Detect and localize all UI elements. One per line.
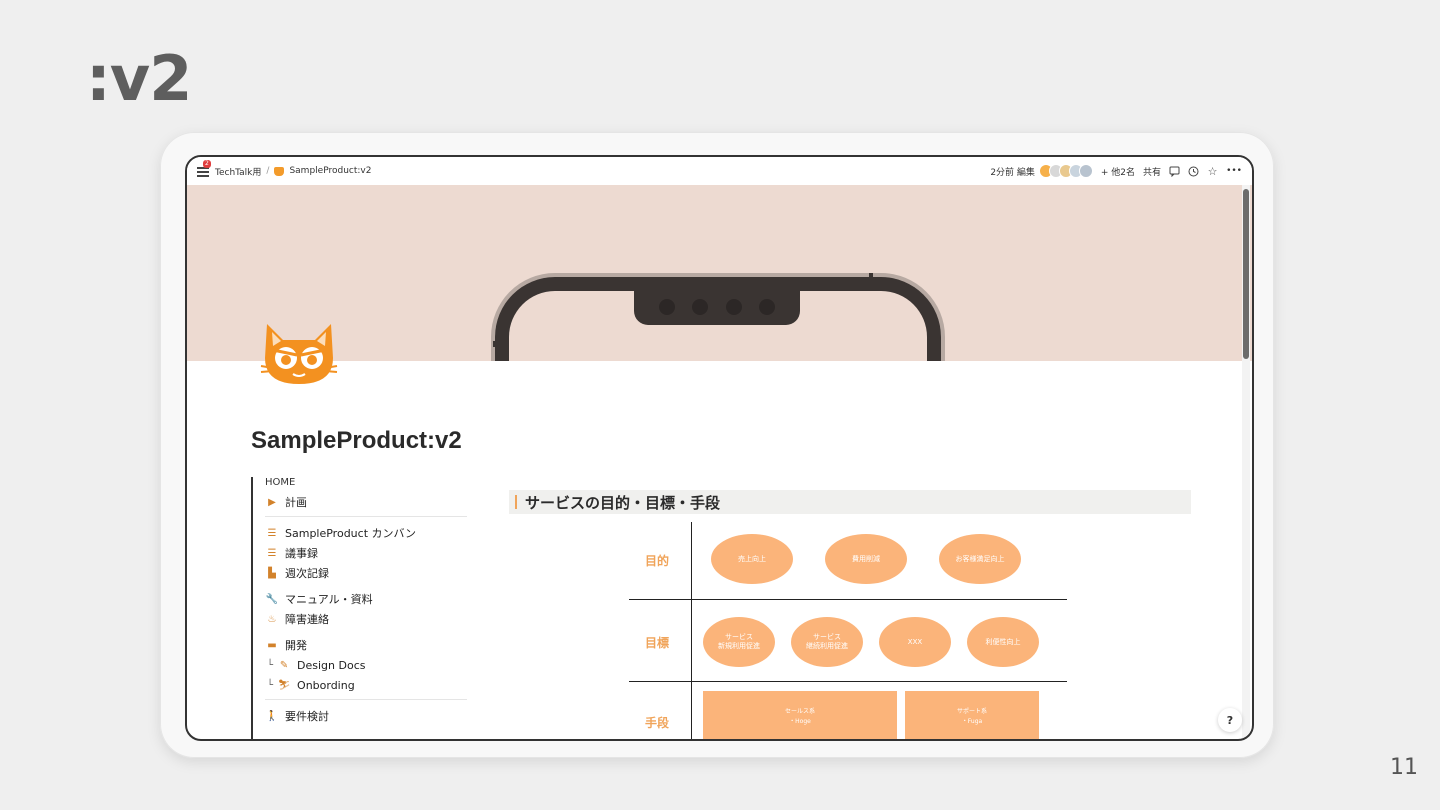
toc-item-label: 障害連絡 — [285, 613, 329, 626]
means-box: セールス系 ・Hoge — [703, 691, 897, 739]
toc-item-requirements[interactable]: 🚶 要件検討 — [265, 706, 471, 726]
flame-icon: ♨ — [267, 613, 277, 625]
slide-page-number: 11 — [1390, 755, 1418, 780]
toc-item-kanban[interactable]: ☰ SampleProduct カンバン — [265, 523, 471, 543]
toc-item-label: マニュアル・資料 — [285, 593, 373, 606]
notion-screen: 2 TechTalk用 / SampleProduct:v2 2分前 編集 + … — [185, 155, 1254, 741]
cover-image — [187, 185, 1252, 361]
list-icon: ☰ — [267, 527, 277, 539]
avatar-stack[interactable] — [1038, 164, 1093, 178]
notification-badge: 2 — [203, 160, 211, 168]
list-icon: ☰ — [267, 547, 277, 559]
row-label-goal: 目標 — [644, 636, 669, 650]
phone-button — [493, 341, 497, 347]
toc-sidebar: HOME ▶ 計画 ☰ SampleProduct カンバン ☰ 議事録 ▙ 週… — [251, 477, 471, 739]
breadcrumb-separator: / — [266, 166, 270, 176]
menu-icon[interactable]: 2 — [197, 160, 211, 177]
toc-item-plan[interactable]: ▶ 計画 — [265, 492, 471, 512]
breadcrumb-page[interactable]: SampleProduct:v2 — [289, 166, 371, 176]
flag-icon: ▶ — [268, 496, 276, 508]
section-heading-text: サービスの目的・目標・手段 — [525, 493, 721, 512]
section-heading: サービスの目的・目標・手段 — [509, 490, 1191, 514]
purpose-goal-means-diagram: 目的 目標 手段 売上向上 費用削減 お客様満足向上 サービス 新規利用促進 サ… — [629, 522, 1069, 739]
toc-item-incident[interactable]: ♨ 障害連絡 — [265, 609, 471, 629]
means-box-item: ・Hoge — [789, 717, 811, 725]
toc-item-label: Design Docs — [297, 658, 366, 672]
toc-item-label: SampleProduct カンバン — [285, 527, 417, 540]
means-box-title: セールス系 — [784, 707, 815, 715]
avatar — [1078, 164, 1093, 178]
clock-icon[interactable] — [1188, 166, 1199, 177]
toc-home-label[interactable]: HOME — [265, 477, 471, 488]
toc-item-label: 開発 — [285, 639, 307, 652]
pencil-icon: ✎ — [279, 659, 289, 671]
laptop-icon: ▬ — [267, 639, 277, 651]
row-label-purpose: 目的 — [644, 554, 669, 568]
star-icon[interactable]: ☆ — [1207, 165, 1218, 178]
divider — [265, 699, 467, 700]
target-oval: サービス 継続利用促進 — [791, 617, 863, 667]
goal-oval: 費用削減 — [825, 534, 907, 584]
toc-item-label: Onbording — [297, 678, 355, 692]
wrench-icon: 🔧 — [265, 593, 279, 605]
page-title: SampleProduct:v2 — [251, 427, 462, 454]
phone-button — [869, 273, 873, 279]
scrollbar-thumb[interactable] — [1243, 189, 1249, 359]
bar-chart-icon: ▙ — [268, 567, 276, 579]
sub-marker: └ — [267, 659, 274, 671]
share-button[interactable]: 共有 — [1143, 165, 1161, 178]
breadcrumb-workspace[interactable]: TechTalk用 — [215, 165, 261, 178]
goal-oval: 売上向上 — [711, 534, 793, 584]
target-oval: 利便性向上 — [967, 617, 1039, 667]
heading-accent — [515, 495, 517, 509]
ski-icon: ⛷ — [277, 679, 291, 691]
walking-icon: 🚶 — [265, 710, 279, 722]
toc-item-dev[interactable]: ▬ 開発 — [265, 635, 471, 655]
cat-page-icon — [274, 166, 285, 176]
toc-item-label: 要件検討 — [285, 710, 329, 723]
top-bar: 2 TechTalk用 / SampleProduct:v2 2分前 編集 + … — [187, 157, 1252, 185]
others-count[interactable]: + 他2名 — [1101, 165, 1135, 178]
comment-icon[interactable] — [1169, 166, 1180, 177]
toc-item-onboarding[interactable]: └ ⛷ Onbording — [265, 675, 471, 695]
toc-item-manual[interactable]: 🔧 マニュアル・資料 — [265, 589, 471, 609]
means-box-item: ・Fuga — [961, 717, 983, 725]
toc-item-minutes[interactable]: ☰ 議事録 — [265, 543, 471, 563]
help-button[interactable]: ? — [1218, 708, 1242, 732]
divider — [265, 516, 467, 517]
target-oval: XXX — [879, 617, 951, 667]
diagram-divider-horizontal — [629, 681, 1067, 682]
means-box: サポート系 ・Fuga — [905, 691, 1039, 739]
cat-logo-icon — [259, 322, 339, 388]
diagram-divider-vertical — [691, 522, 692, 739]
toc-item-label: 週次記録 — [285, 567, 329, 580]
toc-item-design-docs[interactable]: └ ✎ Design Docs — [265, 655, 471, 675]
toc-item-label: 計画 — [285, 496, 307, 509]
toc-item-weekly[interactable]: ▙ 週次記録 — [265, 563, 471, 583]
edited-timestamp: 2分前 編集 — [990, 167, 1035, 178]
target-oval: サービス 新規利用促進 — [703, 617, 775, 667]
toc-item-label: 議事録 — [285, 547, 318, 560]
phone-button — [933, 335, 937, 341]
phone-notch — [634, 289, 800, 325]
slide-title: :v2 — [86, 42, 192, 115]
sub-marker: └ — [267, 679, 274, 691]
diagram-divider-horizontal — [629, 599, 1067, 600]
more-icon[interactable]: ••• — [1226, 166, 1242, 176]
goal-oval: お客様満足向上 — [939, 534, 1021, 584]
row-label-means: 手段 — [644, 716, 669, 730]
means-box-title: サポート系 — [956, 707, 987, 715]
